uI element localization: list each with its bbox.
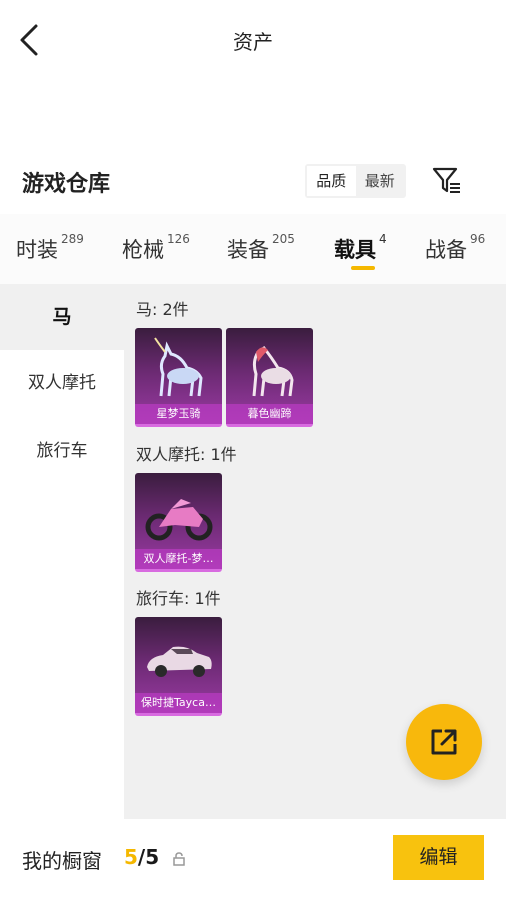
sort-quality-button[interactable]: 品质 [307,166,356,196]
share-icon [431,729,457,755]
group-label-car: 旅行车: 1件 [136,589,221,608]
item-caption: 双人摩托-梦… [135,549,222,569]
showcase-bar: 我的橱窗 5/5 编辑 [0,819,506,897]
page-title: 资产 [233,30,273,54]
group-label-horse: 马: 2件 [136,300,189,319]
active-tab-indicator [351,266,375,270]
unicorn-image [154,337,203,397]
item-card[interactable]: 暮色幽蹄 [226,328,313,427]
sidebar-item-horse[interactable]: 马 [0,284,124,350]
item-caption: 暮色幽蹄 [226,404,313,424]
assets-page: 资产 游戏仓库 品质 最新 时装 289 枪械 126 装备 205 载具 4 战备 96 [0,0,506,897]
motorbike-image [145,499,213,541]
car-image [147,646,212,677]
sidebar: 马 双人摩托 旅行车 [0,284,124,819]
edit-button[interactable]: 编辑 [393,835,484,880]
item-caption: 星梦玉骑 [135,404,222,424]
horse-image [252,345,294,397]
tab-equipment[interactable]: 装备 205 [227,232,295,264]
sort-latest-button[interactable]: 最新 [356,166,405,196]
share-button[interactable] [406,704,482,780]
showcase-label: 我的橱窗 [22,849,102,873]
lock-icon [172,851,186,866]
tab-weapons[interactable]: 枪械 126 [122,232,190,264]
sidebar-item-car[interactable]: 旅行车 [0,418,124,484]
sort-toggle: 品质 最新 [305,164,406,198]
item-card[interactable]: 双人摩托-梦… [135,473,222,572]
tab-supplies[interactable]: 战备 96 [425,232,485,264]
item-caption: 保时捷Tayca… [135,693,222,713]
category-tabs: 时装 289 枪械 126 装备 205 载具 4 战备 96 [0,214,506,284]
section-title: 游戏仓库 [22,172,111,197]
group-label-motorbike: 双人摩托: 1件 [136,445,237,464]
item-card[interactable]: 星梦玉骑 [135,328,222,427]
showcase-count: 5/5 [124,845,160,869]
sidebar-item-motorbike[interactable]: 双人摩托 [0,350,124,416]
tab-vehicles[interactable]: 载具 4 [334,232,387,264]
filter-icon[interactable] [432,166,462,194]
top-bar: 资产 [0,0,506,80]
tab-fashion[interactable]: 时装 289 [16,232,84,264]
item-card[interactable]: 保时捷Tayca… [135,617,222,716]
